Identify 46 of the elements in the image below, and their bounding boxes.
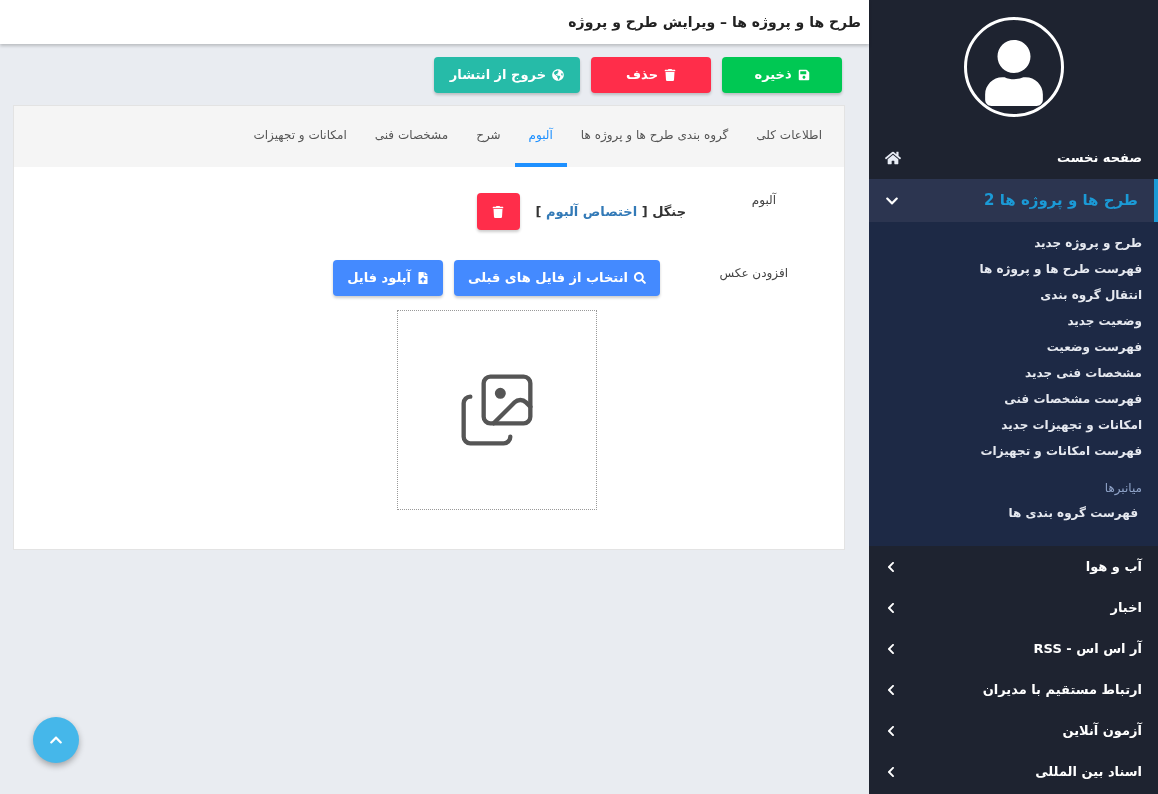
- upload-icon: [417, 272, 430, 284]
- trash-icon: [492, 205, 504, 218]
- sidebar-item[interactable]: ارتباط مستقیم با مدیران: [869, 669, 1158, 710]
- tab[interactable]: اطلاعات کلی: [742, 106, 836, 167]
- chevron-left-icon: [885, 601, 897, 614]
- submenu-item[interactable]: فهرست امکانات و تجهیزات: [869, 438, 1142, 464]
- home-icon: [885, 150, 901, 166]
- submenu-item[interactable]: وضعیت جدید: [869, 308, 1142, 334]
- field-label: افزودن عکس: [718, 265, 788, 283]
- submenu-item[interactable]: فهرست وضعیت: [869, 334, 1142, 360]
- submenu-item[interactable]: طرح و پروژه جدید: [869, 230, 1142, 256]
- submenu-item[interactable]: انتقال گروه بندی: [869, 282, 1142, 308]
- submenu-item[interactable]: فهرست گروه بندی ها: [869, 500, 1142, 526]
- image-dropzone[interactable]: [396, 310, 597, 510]
- tab[interactable]: مشخصات فنی: [360, 106, 463, 167]
- album-name: جنگل [ اختصاص آلبوم ]: [535, 202, 686, 222]
- trash-icon: [664, 69, 676, 81]
- shortcuts-heading: میانبرها: [1103, 480, 1142, 497]
- submenu-item[interactable]: امکانات و تجهیزات جدید: [869, 412, 1142, 438]
- tab[interactable]: شرح: [462, 106, 515, 167]
- globe-icon: [552, 69, 564, 81]
- chevron-left-icon: [885, 724, 897, 737]
- tab[interactable]: امکانات و تجهیزات: [239, 106, 361, 167]
- sidebar-item[interactable]: اخبار: [869, 587, 1158, 628]
- sidebar-item[interactable]: آزمون آنلاین: [869, 710, 1158, 751]
- sidebar-item[interactable]: آب و هوا: [869, 546, 1158, 587]
- submenu-item[interactable]: فهرست طرح ها و پروژه ها: [869, 256, 1142, 282]
- sidebar-item[interactable]: صفحه نخست: [869, 137, 1158, 179]
- delete-button[interactable]: حذف: [591, 57, 711, 93]
- chevron-left-icon: [885, 765, 897, 778]
- tab[interactable]: گروه بندی طرح ها و پروژه ها: [566, 106, 743, 167]
- scroll-to-top-button[interactable]: [33, 717, 79, 763]
- remove-album-button[interactable]: [476, 193, 520, 230]
- chevron-left-icon: [885, 683, 897, 696]
- sidebar-item[interactable]: آر اس اس - RSS: [869, 628, 1158, 669]
- search-icon: [634, 272, 646, 284]
- sidebar-item[interactable]: اسناد بین المللی: [869, 751, 1158, 792]
- chevron-left-icon: [885, 560, 897, 573]
- submenu-item[interactable]: فهرست مشخصات فنی: [869, 386, 1142, 412]
- field-label: آلبوم: [750, 191, 776, 209]
- assign-album-link[interactable]: اختصاص آلبوم: [546, 203, 638, 219]
- sidebar-item[interactable]: طرح ها و پروژه ها 2: [869, 179, 1158, 222]
- submenu-item[interactable]: مشخصات فنی جدید: [869, 360, 1142, 386]
- chevron-left-icon: [885, 642, 897, 655]
- avatar-icon: [963, 17, 1064, 117]
- page-title: طرح ها و پروژه ها – ویرایش طرح و پروژه: [568, 12, 861, 33]
